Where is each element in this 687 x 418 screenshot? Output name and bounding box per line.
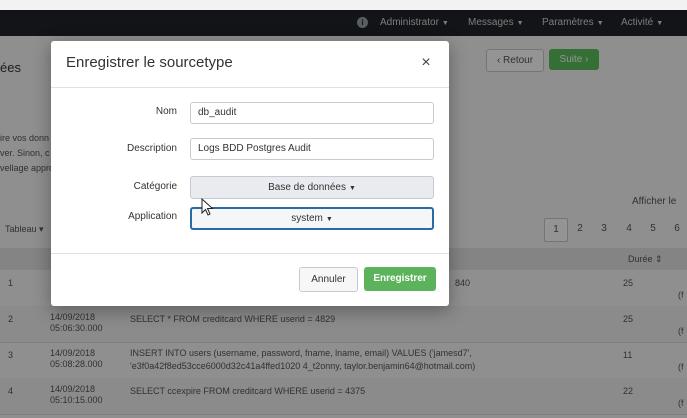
chevron-down-icon: ▼ [325, 216, 333, 223]
dialog-title: Enregistrer le sourcetype [66, 54, 233, 71]
save-sourcetype-dialog: Enregistrer le sourcetype × Nom db_audit… [51, 41, 449, 306]
application-dropdown[interactable]: system ▼ [190, 207, 434, 230]
category-label: Catégorie [133, 181, 177, 192]
name-field[interactable]: db_audit [190, 102, 434, 124]
category-dropdown[interactable]: Base de données ▼ [190, 176, 434, 199]
application-label: Application [128, 211, 177, 222]
name-label: Nom [155, 106, 177, 117]
category-value: Base de données [268, 182, 346, 193]
dialog-header: Enregistrer le sourcetype × [51, 41, 449, 88]
close-icon[interactable]: × [417, 54, 435, 72]
mouse-cursor-icon [201, 198, 214, 216]
browser-strip [0, 0, 687, 10]
description-label: Description [126, 143, 177, 154]
description-field[interactable]: Logs BDD Postgres Audit [190, 138, 434, 160]
save-button[interactable]: Enregistrer [364, 267, 436, 291]
chevron-down-icon: ▼ [348, 185, 356, 192]
cancel-button[interactable]: Annuler [299, 267, 358, 292]
application-value: system [291, 213, 323, 224]
